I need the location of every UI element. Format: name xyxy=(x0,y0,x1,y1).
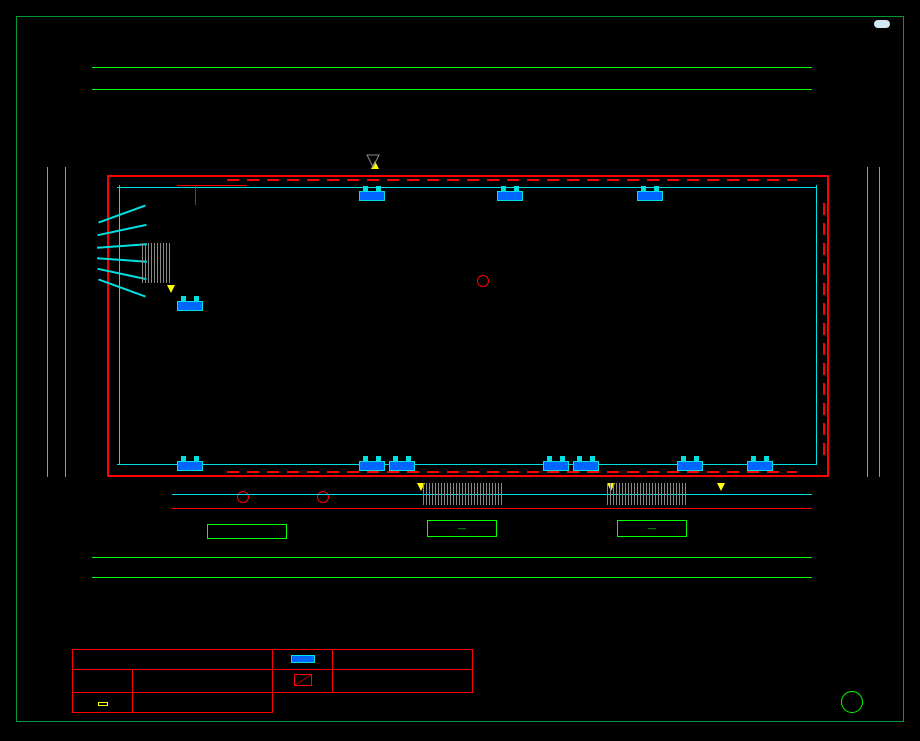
floor-plan: — — xyxy=(107,175,829,477)
hatch-area xyxy=(142,243,172,283)
legend-symbol-cell xyxy=(73,693,133,713)
legend-empty xyxy=(273,693,473,713)
emergency-light-icon xyxy=(359,461,385,471)
arrow-icon xyxy=(167,285,175,293)
wall-segment xyxy=(823,195,825,455)
wall-top xyxy=(107,175,829,177)
legend-col1 xyxy=(73,670,133,693)
dim-line xyxy=(92,577,812,578)
exit-symbol-icon xyxy=(98,702,108,706)
dim-line xyxy=(879,167,880,477)
emergency-light-icon xyxy=(177,461,203,471)
legend-desc xyxy=(333,650,473,670)
dim-line xyxy=(92,89,812,90)
room-label-elec xyxy=(207,524,287,539)
dim-line xyxy=(92,67,812,68)
interior-wall xyxy=(177,185,247,186)
emergency-light-icon xyxy=(359,191,385,201)
room-label-toilet2: — xyxy=(617,520,687,537)
junction-box-symbol-icon xyxy=(294,674,312,686)
cable-tray xyxy=(117,187,817,188)
emergency-light-icon xyxy=(497,191,523,201)
emergency-light-icon xyxy=(389,461,415,471)
emergency-light-icon xyxy=(637,191,663,201)
hatch-area xyxy=(607,483,687,505)
legend-table xyxy=(72,649,473,713)
legend-desc xyxy=(333,670,473,693)
emergency-light-icon xyxy=(677,461,703,471)
interior-wall xyxy=(195,185,196,205)
dim-line xyxy=(867,167,868,477)
legend-col2 xyxy=(133,670,273,693)
annex-wall xyxy=(172,508,812,509)
door-line xyxy=(97,243,147,248)
arrow-icon xyxy=(717,483,725,491)
room-label-toilet1: — xyxy=(427,520,497,537)
door-line xyxy=(97,257,147,262)
north-arrow-icon xyxy=(841,691,863,713)
section-marker-icon xyxy=(365,153,381,169)
cad-drawing-area: — — xyxy=(16,16,904,722)
hatch-area xyxy=(423,483,503,505)
legend-symbol-cell xyxy=(273,670,333,693)
wall-segment xyxy=(227,471,797,473)
legend-desc xyxy=(133,693,273,713)
room-marker xyxy=(317,491,329,503)
room-marker xyxy=(237,491,249,503)
cable-tray xyxy=(117,464,817,465)
dim-line xyxy=(65,167,66,477)
door-line xyxy=(98,279,146,298)
door-line xyxy=(97,224,146,236)
room-marker xyxy=(477,275,489,287)
emergency-light-symbol-icon xyxy=(291,655,315,663)
wall-segment xyxy=(227,179,797,181)
wall-bottom xyxy=(107,475,829,477)
door-line xyxy=(98,205,146,224)
emergency-light-icon xyxy=(543,461,569,471)
dim-line xyxy=(92,557,812,558)
legend-title xyxy=(73,650,273,670)
dim-line xyxy=(47,167,48,477)
title-block xyxy=(841,691,873,713)
emergency-light-icon xyxy=(177,301,203,311)
wall-right xyxy=(827,175,829,477)
door-line xyxy=(97,268,146,280)
emergency-light-icon xyxy=(747,461,773,471)
cable-tray xyxy=(816,185,817,465)
legend-symbol-cell xyxy=(273,650,333,670)
cable-tray xyxy=(119,185,120,465)
emergency-light-icon xyxy=(573,461,599,471)
